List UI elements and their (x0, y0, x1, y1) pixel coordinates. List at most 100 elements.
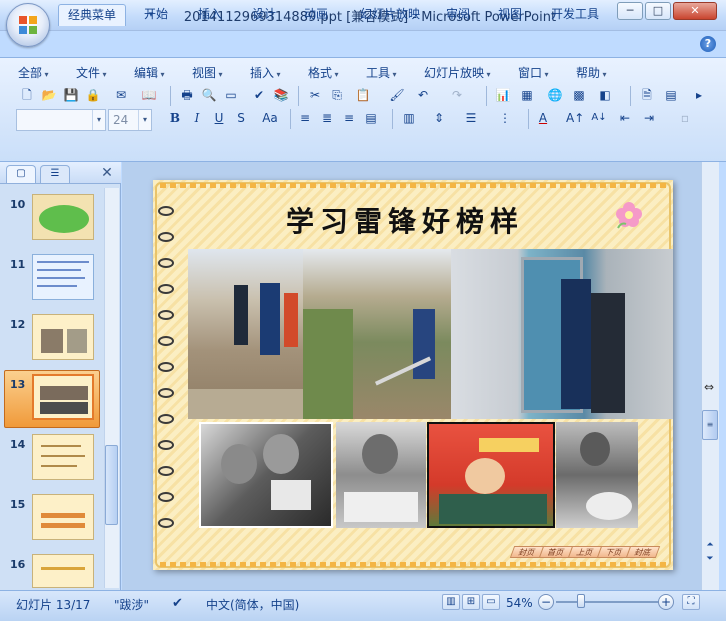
photo-lei-feng-reading[interactable] (199, 422, 333, 528)
close-pane-icon[interactable]: ✕ (100, 165, 114, 181)
font-size-combo[interactable]: 24 ▾ (108, 109, 152, 131)
email-icon[interactable]: ✉ (112, 86, 130, 104)
research-book-icon[interactable]: 📚 (272, 86, 290, 104)
photo-lei-feng-washing[interactable] (556, 422, 638, 528)
new-slide-icon[interactable]: 🗎 (638, 86, 656, 104)
menu-file[interactable]: 文件 (76, 64, 107, 81)
previous-slide-icon[interactable]: ⏶ (703, 540, 717, 552)
slide-count[interactable]: 幻灯片 13/17 (16, 596, 90, 613)
menu-slideshow[interactable]: 幻灯片放映 (424, 64, 491, 81)
align-center-icon[interactable]: ≣ (318, 109, 336, 127)
menu-tools[interactable]: 工具 (366, 64, 397, 81)
slides-pane-scroll-thumb[interactable] (105, 445, 118, 525)
align-left-icon[interactable]: ≡ (296, 109, 314, 127)
maximize-button[interactable]: □ (645, 2, 671, 20)
slide-view-icon[interactable]: ▭ (222, 86, 240, 104)
slide-thumbnail-16[interactable] (32, 554, 94, 588)
menu-insert[interactable]: 插入 (250, 64, 281, 81)
font-color-icon[interactable]: A (534, 109, 552, 127)
photo-lei-feng-poster[interactable] (427, 422, 555, 528)
align-right-icon[interactable]: ≡ (340, 109, 358, 127)
tab-classic-menu[interactable]: 经典菜单 (58, 4, 126, 26)
slides-tab[interactable]: ▢ (6, 165, 36, 183)
permission-icon[interactable]: 🔒 (84, 86, 102, 104)
tab-insert[interactable]: 插入 (190, 4, 230, 26)
office-button[interactable] (6, 3, 50, 47)
bullets-icon[interactable]: ☰ (462, 109, 480, 127)
spelling-check-icon[interactable]: ✔ (172, 596, 183, 611)
research-icon[interactable]: 📖 (140, 86, 158, 104)
font-name-dropdown-icon[interactable]: ▾ (92, 110, 105, 130)
font-size-dropdown-icon[interactable]: ▾ (138, 110, 151, 130)
copy-icon[interactable]: ⎘ (328, 86, 346, 104)
photo-lei-feng-writing[interactable] (336, 422, 426, 528)
tab-slideshow[interactable]: 幻灯片放映 (350, 4, 430, 26)
slide-thumbnail-11[interactable] (32, 254, 94, 300)
toolbar-options-icon[interactable]: ▸ (690, 86, 708, 104)
save-icon[interactable]: 💾 (62, 86, 80, 104)
photo-students-planting[interactable] (188, 249, 303, 419)
hyperlink-icon[interactable]: 🌐 (546, 86, 564, 104)
zoom-out-icon[interactable]: − (538, 594, 554, 610)
font-name-combo[interactable]: ▾ (16, 109, 106, 131)
cut-icon[interactable]: ✂ (306, 86, 324, 104)
fit-to-window-icon[interactable]: ⛶ (682, 594, 700, 610)
zoom-in-icon[interactable]: + (658, 594, 674, 610)
slide-title[interactable]: 学习雷锋好榜样 (230, 200, 580, 240)
slide-thumbnail-15[interactable] (32, 494, 94, 540)
help-icon[interactable]: ? (700, 36, 716, 52)
tab-design[interactable]: 设计 (244, 4, 284, 26)
next-slide-icon[interactable]: ⏷ (703, 554, 717, 566)
line-spacing-icon[interactable]: ⇕ (430, 109, 448, 127)
photo-students-bulletin-board[interactable] (451, 249, 673, 419)
new-document-icon[interactable]: 🗋 (18, 86, 36, 104)
undo-icon[interactable]: ↶ (414, 86, 432, 104)
zoom-level[interactable]: 54% (506, 596, 533, 610)
slide-sorter-view-icon[interactable]: ⊞ (462, 594, 480, 610)
tab-home[interactable]: 开始 (136, 4, 176, 26)
slide-thumbnail-12[interactable] (32, 314, 94, 360)
decrease-indent-icon[interactable]: ⇤ (616, 109, 634, 127)
menu-format[interactable]: 格式 (308, 64, 339, 81)
color-grayscale-icon[interactable]: ◧ (596, 86, 614, 104)
italic-icon[interactable]: I (188, 109, 206, 127)
menu-all[interactable]: 全部 (18, 64, 49, 81)
slide-scroll-thumb[interactable]: ≡ (702, 410, 718, 440)
menu-help[interactable]: 帮助 (576, 64, 607, 81)
slideshow-view-icon[interactable]: ▭ (482, 594, 500, 610)
language-indicator[interactable]: 中文(简体，中国) (206, 596, 299, 613)
table-icon[interactable]: ▦ (518, 86, 536, 104)
nav-button-back-cover[interactable]: 封底 (625, 546, 661, 558)
normal-view-icon[interactable]: ▥ (442, 594, 460, 610)
layout-icon[interactable]: ▤ (662, 86, 680, 104)
underline-icon[interactable]: U (210, 109, 228, 127)
clear-formatting-icon[interactable]: ▫ (676, 109, 694, 127)
format-painter-icon[interactable]: 🖌 (388, 86, 406, 104)
minimize-button[interactable]: ─ (617, 2, 643, 20)
grid-icon[interactable]: ▩ (570, 86, 588, 104)
print-icon[interactable]: 🖶 (178, 86, 196, 104)
tab-review[interactable]: 审阅 (438, 4, 478, 26)
shadow-icon[interactable]: S (232, 109, 250, 127)
slide-thumbnail-14[interactable] (32, 434, 94, 480)
tab-animations[interactable]: 动画 (296, 4, 336, 26)
redo-icon[interactable]: ↷ (448, 86, 466, 104)
slides-pane-scrollbar[interactable] (104, 188, 119, 588)
tab-developer[interactable]: 开发工具 (542, 4, 608, 26)
columns-icon[interactable]: ▥ (400, 109, 418, 127)
zoom-slider[interactable] (556, 601, 660, 603)
spelling-icon[interactable]: ✔ (250, 86, 268, 104)
tab-view[interactable]: 视图 (490, 4, 530, 26)
theme-name[interactable]: "跋涉" (114, 596, 149, 613)
chart-icon[interactable]: 📊 (494, 86, 512, 104)
open-folder-icon[interactable]: 📂 (40, 86, 58, 104)
bold-icon[interactable]: B (166, 109, 184, 127)
outline-tab[interactable]: ☰ (40, 165, 70, 183)
slide-thumbnail-10[interactable] (32, 194, 94, 240)
increase-indent-icon[interactable]: ⇥ (640, 109, 658, 127)
decrease-font-icon[interactable]: A↓ (590, 109, 608, 127)
zoom-slider-knob[interactable] (577, 594, 585, 608)
print-preview-icon[interactable]: 🔍 (200, 86, 218, 104)
menu-view[interactable]: 视图 (192, 64, 223, 81)
photo-students-watering[interactable] (303, 249, 451, 419)
